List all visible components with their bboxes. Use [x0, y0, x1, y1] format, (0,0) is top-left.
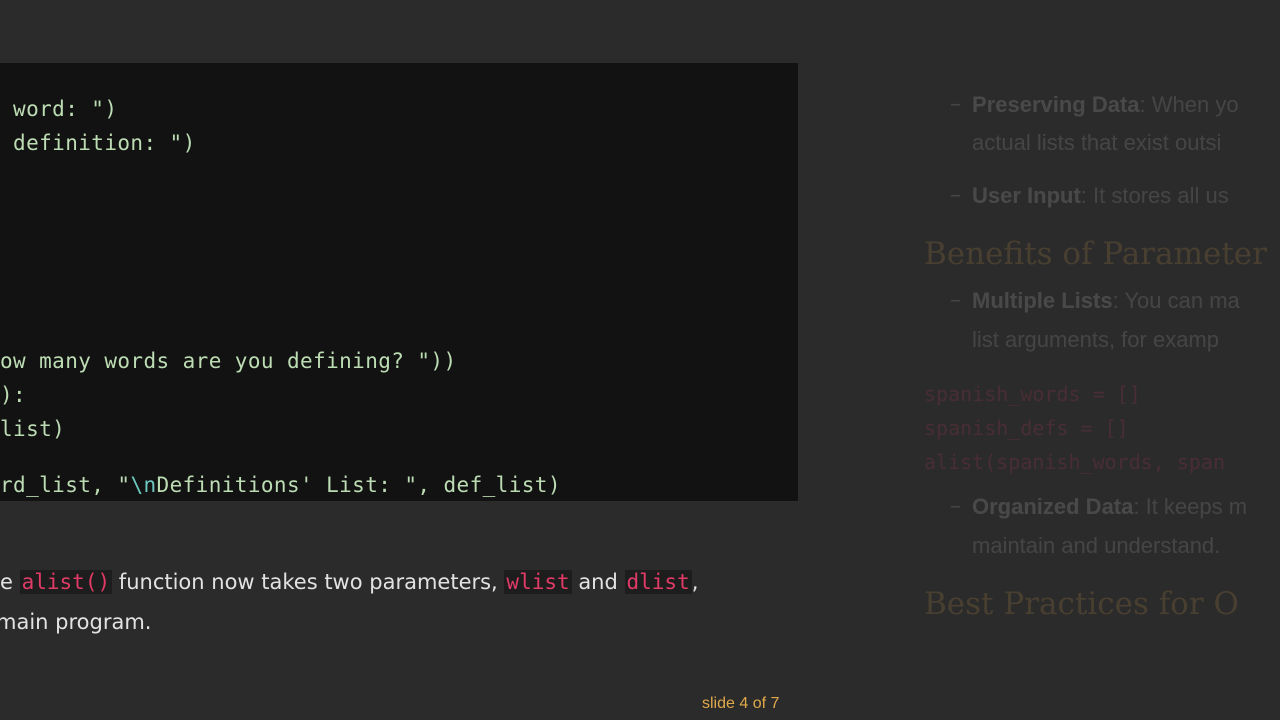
preview-code-line: alist(spanish_words, span — [924, 450, 1226, 474]
inline-code-alist: alist() — [19, 570, 113, 594]
code-string: rd_list, " — [0, 473, 131, 497]
inline-code-dlist: dlist — [624, 570, 692, 594]
bullet-dash: – — [950, 92, 961, 117]
bullet-dash: – — [950, 494, 961, 519]
bullet-text: : When yo — [1139, 92, 1239, 117]
inline-code-wlist: wlist — [504, 570, 572, 594]
code-string: Definitions' List: ", def_list) — [156, 473, 561, 497]
code-line: definition: ") — [0, 131, 196, 155]
code-line: ): — [0, 383, 26, 407]
preview-bullet-organized-data: Organized Data: It keeps m — [972, 494, 1247, 520]
code-block: word: ") definition: ") ow many words are… — [0, 63, 798, 501]
code-line: list) — [0, 417, 65, 441]
slide-counter: slide 4 of 7 — [702, 695, 780, 712]
bullet-title: Multiple Lists — [972, 288, 1113, 313]
next-slide-preview[interactable]: – Preserving Data: When yo actual lists … — [900, 70, 1280, 670]
paragraph-text: and — [571, 570, 625, 594]
bullet-dash: – — [950, 183, 961, 208]
paragraph-text: function now takes two parameters, — [112, 570, 505, 594]
code-string: definition: ") — [0, 131, 196, 155]
preview-code-line: spanish_defs = [] — [924, 416, 1129, 440]
code-line: rd_list, "\nDefinitions' List: ", def_li… — [0, 473, 561, 497]
preview-code-line: spanish_words = [] — [924, 382, 1141, 406]
bullet-text: : You can ma — [1112, 288, 1240, 313]
code-string: ow many words are you defining? ")) — [0, 349, 457, 373]
code-string: list) — [0, 417, 66, 441]
preview-bullet-preserving-data: Preserving Data: When yo — [972, 92, 1239, 118]
code-line: ow many words are you defining? ")) — [0, 349, 457, 373]
preview-heading-benefits: Benefits of Parameter — [924, 236, 1267, 272]
preview-bullet-continuation: actual lists that exist outsi — [972, 130, 1222, 155]
preview-bullet-continuation: maintain and understand. — [972, 533, 1221, 558]
preview-bullet-multiple-lists: Multiple Lists: You can ma — [972, 288, 1240, 314]
preview-bullet-continuation: list arguments, for examp — [972, 327, 1219, 352]
paragraph-line-2: main program. — [0, 610, 152, 634]
paragraph-text: e — [0, 570, 20, 594]
paragraph-line-1: e alist() function now takes two paramet… — [0, 570, 698, 594]
bullet-text: : It stores all us — [1080, 183, 1229, 208]
code-string: ): — [0, 383, 27, 407]
bullet-title: User Input — [972, 183, 1081, 208]
bullet-title: Preserving Data — [972, 92, 1140, 117]
bullet-title: Organized Data — [972, 494, 1134, 519]
bullet-text: : It keeps m — [1133, 494, 1248, 519]
code-line: word: ") — [0, 97, 117, 121]
preview-heading-best-practices: Best Practices for O — [924, 586, 1239, 622]
paragraph-text: , — [691, 570, 699, 594]
bullet-dash: – — [950, 288, 961, 313]
code-string: word: ") — [0, 97, 118, 121]
code-escape: \n — [130, 473, 157, 497]
preview-bullet-user-input: User Input: It stores all us — [972, 183, 1229, 209]
